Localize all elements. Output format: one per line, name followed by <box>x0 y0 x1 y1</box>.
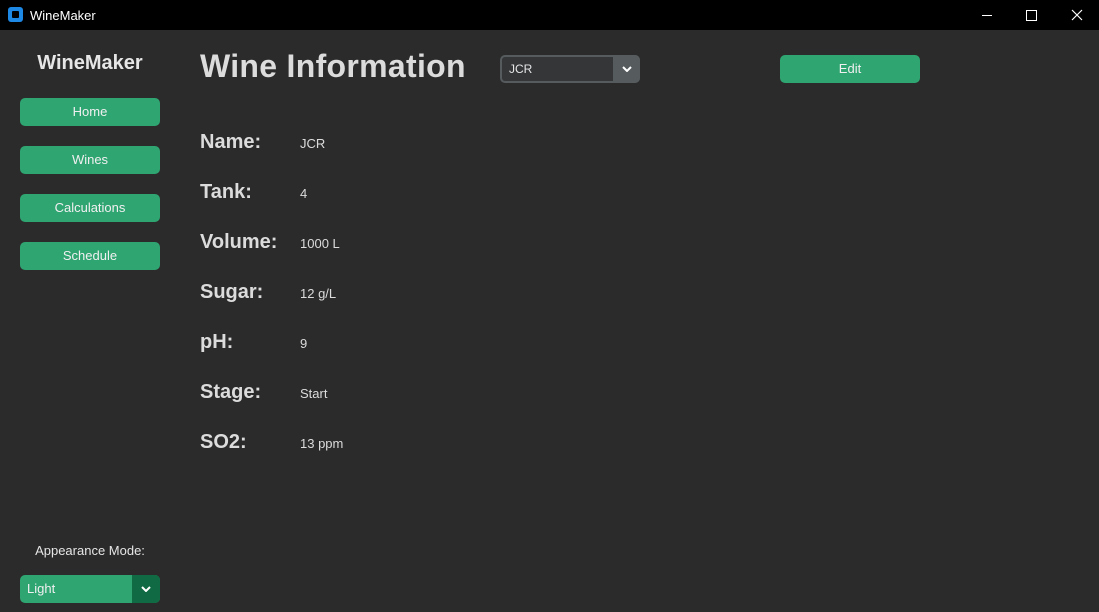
edit-button[interactable]: Edit <box>780 55 920 83</box>
sidebar: WineMaker Home Wines Calculations Schedu… <box>0 30 180 612</box>
wine-dropdown-arrow[interactable] <box>613 55 640 83</box>
stage-label: Stage: <box>200 381 262 403</box>
wine-select[interactable]: JCR <box>500 55 640 83</box>
schedule-button[interactable]: Schedule <box>20 242 160 270</box>
maximize-button[interactable] <box>1008 0 1054 30</box>
sugar-value: 12 g/L <box>300 286 337 301</box>
sidebar-brand: WineMaker <box>37 52 143 74</box>
window-title: WineMaker <box>30 8 96 23</box>
wine-select-value: JCR <box>509 62 533 76</box>
ph-label: pH: <box>200 331 234 353</box>
close-icon <box>1071 9 1083 21</box>
so2-label: SO2: <box>200 431 247 453</box>
tank-label: Tank: <box>200 181 252 203</box>
stage-value: Start <box>300 386 328 401</box>
appearance-mode-label: Appearance Mode: <box>35 543 145 558</box>
wine-select-field[interactable]: JCR <box>502 57 613 81</box>
volume-value: 1000 L <box>300 236 340 251</box>
name-label: Name: <box>200 131 262 153</box>
volume-label: Volume: <box>200 231 278 253</box>
ph-value: 9 <box>300 336 308 351</box>
minimize-button[interactable] <box>964 0 1010 30</box>
appearance-dropdown-arrow[interactable] <box>132 575 160 603</box>
home-button[interactable]: Home <box>20 98 160 126</box>
wines-button[interactable]: Wines <box>20 146 160 174</box>
maximize-icon <box>1025 9 1037 21</box>
so2-value: 13 ppm <box>300 436 344 451</box>
app-icon <box>8 7 23 22</box>
appearance-mode-select[interactable]: Light <box>20 575 160 603</box>
name-value: JCR <box>300 136 326 151</box>
minimize-icon <box>982 14 992 16</box>
window-titlebar: WineMaker <box>0 0 1099 30</box>
calculations-button[interactable]: Calculations <box>20 194 160 222</box>
chevron-down-icon <box>141 586 151 592</box>
appearance-mode-value: Light <box>27 581 56 596</box>
tank-value: 4 <box>300 186 308 201</box>
close-button[interactable] <box>1054 0 1099 30</box>
page-title: Wine Information <box>200 48 466 84</box>
chevron-down-icon <box>621 66 632 72</box>
sugar-label: Sugar: <box>200 281 264 303</box>
